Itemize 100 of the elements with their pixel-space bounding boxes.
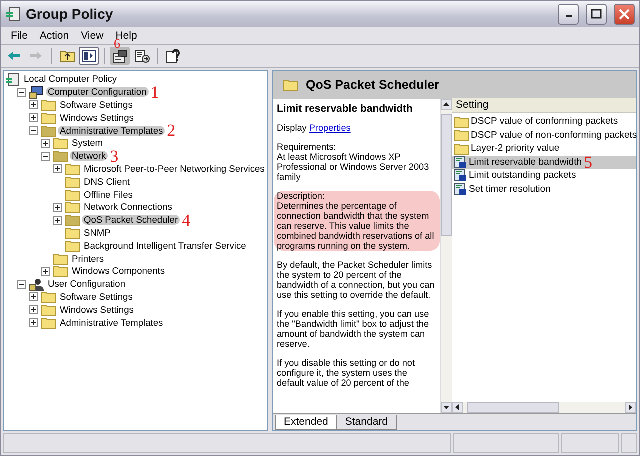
policy-setting-icon	[454, 156, 467, 169]
forward-arrow-icon	[29, 51, 43, 61]
toolbar-button[interactable]	[110, 47, 130, 65]
folder-icon	[65, 226, 80, 239]
tree-item[interactable]: DNS Client	[82, 176, 132, 187]
tree-item[interactable]: QoS Packet Scheduler	[82, 215, 180, 226]
tree-item[interactable]: Windows Settings	[58, 112, 136, 123]
user-icon	[29, 278, 44, 291]
folder-icon	[65, 188, 80, 201]
toolbar-button[interactable]	[132, 47, 152, 65]
properties-link[interactable]: Properties	[309, 123, 351, 133]
menu-item[interactable]: View	[75, 30, 110, 42]
folder-icon	[454, 116, 469, 128]
setting-row[interactable]: Set timer resolution	[452, 182, 636, 196]
setting-row[interactable]: DSCP value of conforming packets	[452, 115, 636, 128]
tree-item[interactable]: Software Settings	[58, 100, 135, 110]
vertical-scrollbar[interactable]	[440, 99, 452, 413]
folder-icon	[41, 124, 56, 137]
pane-header: QoS Packet Scheduler	[306, 78, 440, 92]
setting-title: Limit reservable bandwidth	[277, 104, 414, 114]
horizontal-scrollbar[interactable]	[452, 402, 636, 413]
policy-setting-icon	[454, 182, 467, 196]
tree-item[interactable]: User Configuration	[46, 279, 128, 290]
menu-item[interactable]: File	[5, 30, 34, 42]
close-button[interactable]	[614, 4, 635, 24]
column-header[interactable]: Setting	[452, 98, 636, 113]
callout-number: 5	[583, 156, 593, 169]
help-icon	[166, 49, 180, 63]
tree-item[interactable]: Network Connections	[82, 202, 174, 212]
folder-icon	[65, 162, 80, 175]
collapse-toggle[interactable]	[29, 126, 38, 136]
collapse-toggle[interactable]	[17, 280, 26, 289]
paragraph: Requirements: At least Microsoft Windows XP Professional or Windows Server 2003 family	[276, 142, 430, 182]
policy-icon	[5, 6, 21, 22]
menu-item[interactable]: Action	[34, 30, 76, 42]
tree-item[interactable]: Software Settings	[58, 292, 135, 302]
expand-toggle[interactable]	[53, 164, 62, 174]
expand-toggle[interactable]	[53, 216, 62, 225]
view-tab[interactable]: Extended	[275, 415, 338, 430]
paragraph: If you enable this setting, you can use the "Bandwidth limit" box to adjust the amount of bandwidth the system can reserve.	[276, 309, 430, 349]
callout-number: 3	[110, 150, 119, 163]
folder-icon	[53, 137, 68, 150]
callout-number: 2	[166, 124, 176, 138]
folder-icon	[53, 265, 68, 278]
folder-icon	[65, 201, 80, 214]
setting-row[interactable]: Layer-2 priority value	[452, 142, 636, 156]
up-folder-icon	[60, 50, 74, 62]
toolbar-button[interactable]	[79, 47, 99, 65]
policy-setting-icon	[454, 169, 467, 182]
folder-icon	[65, 240, 80, 252]
folder-icon	[41, 290, 56, 303]
tree-item[interactable]: System	[70, 138, 105, 148]
callout-number: 4	[181, 214, 191, 227]
expand-toggle[interactable]	[29, 318, 38, 328]
collapse-toggle[interactable]	[17, 88, 26, 97]
tree-item[interactable]: Administrative Templates	[58, 126, 166, 136]
tree-item[interactable]: Background Intelligent Transfer Service	[82, 240, 248, 251]
paragraph: If you disable this setting or do not configure it, the system uses the default value of 20 percent of the	[276, 358, 416, 388]
folder-icon	[41, 98, 56, 111]
expand-toggle[interactable]	[41, 138, 50, 148]
expand-toggle[interactable]	[29, 292, 38, 302]
tree-item[interactable]: Local Computer Policy	[22, 74, 120, 84]
expand-toggle[interactable]	[29, 100, 38, 110]
expand-toggle[interactable]	[53, 202, 62, 212]
minimize-button[interactable]	[558, 4, 579, 24]
expand-toggle[interactable]	[41, 266, 50, 276]
tree-item[interactable]: Windows Components	[70, 266, 168, 276]
tree-item[interactable]: Network	[70, 151, 108, 162]
expand-toggle[interactable]	[29, 113, 38, 122]
tree-item[interactable]: Administrative Templates	[58, 318, 166, 328]
folder-icon	[53, 150, 68, 162]
tree-item[interactable]: Offline Files	[82, 190, 135, 200]
computer-icon	[29, 86, 44, 99]
setting-row[interactable]: DSCP value of non-conforming packets	[452, 128, 636, 142]
properties-icon	[112, 50, 128, 62]
folder-icon	[53, 252, 68, 265]
collapse-toggle[interactable]	[41, 152, 50, 161]
folder-icon	[41, 304, 56, 316]
tree-item[interactable]: Computer Configuration	[46, 87, 149, 98]
tree-item[interactable]: Windows Settings	[58, 304, 136, 315]
maximize-button[interactable]	[586, 4, 607, 24]
setting-row[interactable]: Limit reservable bandwidth 5	[452, 156, 636, 169]
export-list-icon	[134, 50, 150, 62]
view-tab[interactable]: Standard	[336, 415, 397, 430]
tree-item[interactable]: Microsoft Peer-to-Peer Networking Services	[82, 164, 267, 174]
tree-item[interactable]: Printers	[70, 254, 106, 264]
maximize-icon	[591, 9, 602, 19]
folder-icon	[65, 214, 80, 226]
expand-toggle[interactable]	[29, 305, 38, 314]
highlighted-paragraph: Description: Determines the percentage of connection bandwidth that the system can reserve. This value limits the combined bandwidth reservations of all programs running on the system.	[274, 191, 440, 251]
tree-item[interactable]: SNMP	[82, 228, 113, 238]
folder-icon	[65, 176, 80, 188]
folder-icon	[283, 79, 298, 91]
folder-icon	[454, 129, 469, 142]
setting-row[interactable]: Limit outstanding packets	[452, 169, 636, 182]
folder-icon	[41, 112, 56, 124]
toolbar-button[interactable]	[163, 47, 183, 65]
tree-panel-icon	[82, 50, 96, 62]
callout-number: 1	[150, 86, 160, 99]
policy-icon	[5, 72, 20, 86]
